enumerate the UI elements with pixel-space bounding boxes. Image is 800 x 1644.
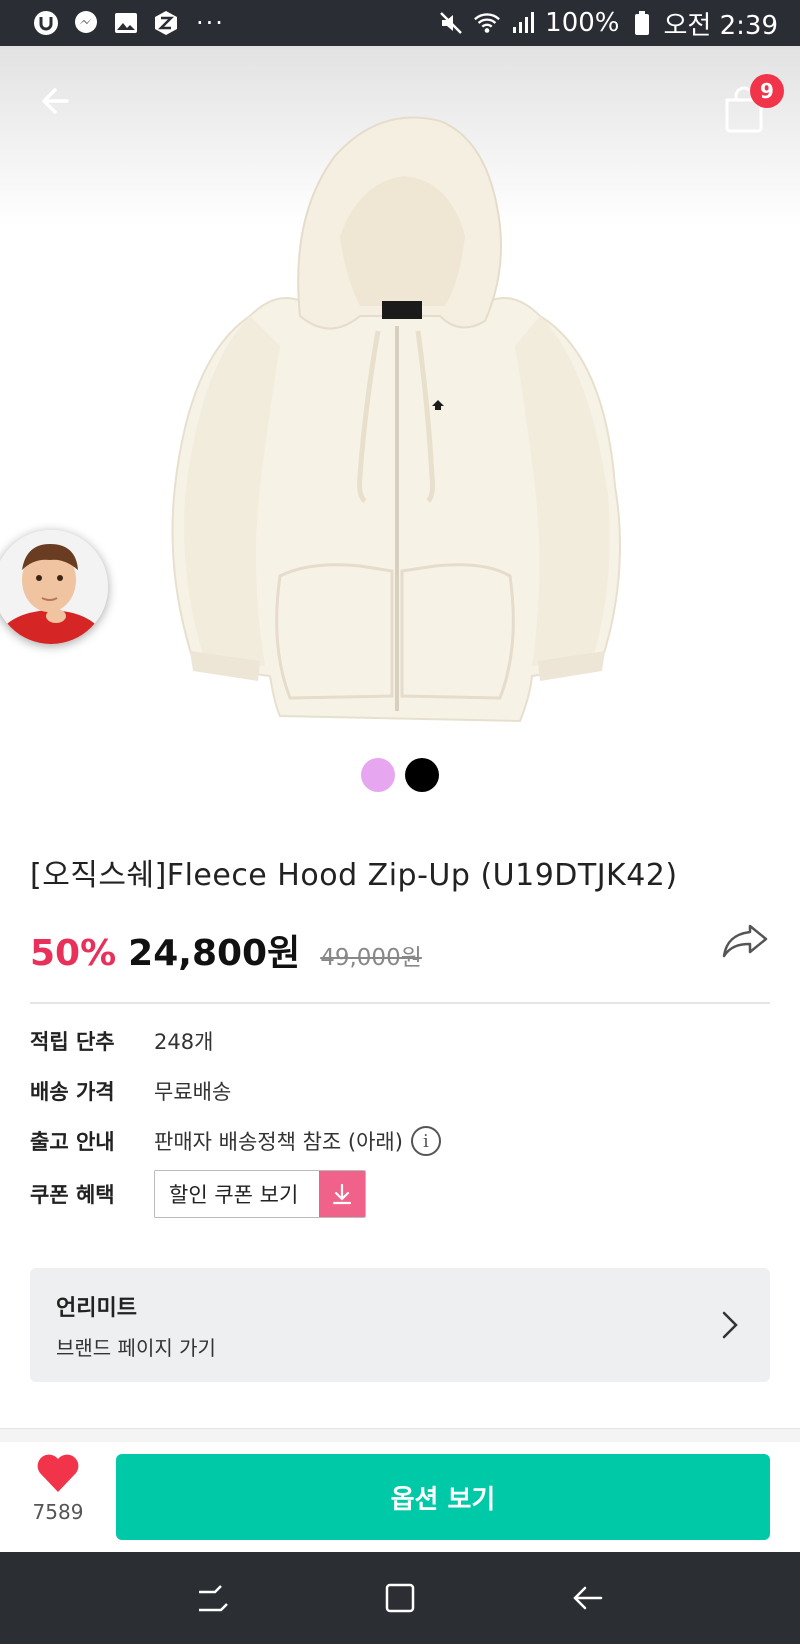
home-icon [385,1583,415,1613]
shipping-label: 배송 가격 [30,1080,115,1104]
coupon-button[interactable]: 할인 쿠폰 보기 [154,1170,366,1218]
coupon-label: 쿠폰 혜택 [30,1183,115,1207]
back-button[interactable] [30,76,80,126]
color-swatch-pink[interactable] [361,758,395,792]
battery-percent: 100% [545,8,620,38]
color-swatches [0,758,800,792]
product-title: [오직스쉐]Fleece Hood Zip-Up (U19DTJK42) [30,858,678,893]
system-nav-bar [0,1552,800,1644]
color-swatch-black[interactable] [405,758,439,792]
original-price: 49,000원 [320,945,422,971]
gallery-icon [112,9,140,37]
mute-icon [437,9,465,37]
brand-name: 언리미트 [56,1296,137,1321]
points-label: 적립 단추 [30,1030,115,1054]
price-row: 50% 24,800원 49,000원 [30,924,770,984]
home-button[interactable] [370,1568,430,1628]
shipping-value: 무료배송 [154,1080,232,1104]
back-nav-button[interactable] [557,1568,617,1628]
recent-apps-button[interactable] [183,1568,243,1628]
points-row: 적립 단추 248개 [30,1016,770,1066]
product-info: [오직스쉐]Fleece Hood Zip-Up (U19DTJK42) 50%… [30,850,770,1222]
recent-apps-icon [199,1585,229,1612]
release-label: 출고 안내 [30,1130,115,1154]
signal-icon [509,9,537,37]
status-left-icons: ··· [32,9,225,37]
messenger-icon [72,9,100,37]
cart-count-badge: 9 [750,74,784,108]
heart-icon [37,1454,79,1492]
avatar[interactable] [0,530,108,644]
view-options-button[interactable]: 옵션 보기 [116,1454,770,1540]
like-button[interactable]: 7589 [30,1452,86,1542]
avatar-image [0,530,108,644]
download-icon [319,1171,365,1217]
chevron-right-icon [722,1311,738,1339]
release-value: 판매자 배송정책 참조 (아래) [154,1130,403,1154]
battery-icon [628,9,656,37]
share-icon [722,924,768,958]
release-row: 출고 안내 판매자 배송정책 참조 (아래) i [30,1116,770,1166]
section-separator [0,1428,800,1442]
info-icon[interactable]: i [410,1126,441,1156]
details-list: 적립 단추 248개 배송 가격 무료배송 출고 안내 판매자 배송정책 참조 … [30,1016,770,1222]
coupon-row: 쿠폰 혜택 할인 쿠폰 보기 [30,1166,770,1222]
brand-page-link[interactable]: 언리미트 브랜드 페이지 가기 [30,1268,770,1382]
wifi-icon [473,9,501,37]
status-bar: ··· 100% 오전 2:39 [0,0,800,46]
release-value-wrap: 판매자 배송정책 참조 (아래) i [154,1126,441,1156]
back-arrow-icon [572,1586,602,1610]
shipping-row: 배송 가격 무료배송 [30,1066,770,1116]
product-hero: 9 [0,46,800,826]
more-dots-icon: ··· [196,9,225,37]
sale-price: 24,800원 [128,933,301,974]
clock: 오전 2:39 [663,10,779,41]
points-value: 248개 [154,1030,214,1054]
like-count: 7589 [32,1500,84,1524]
arrow-left-icon [42,88,69,114]
coupon-button-label: 할인 쿠폰 보기 [155,1171,319,1217]
z-app-icon [152,9,180,37]
discount-rate: 50% [30,933,117,974]
bottom-action-bar: 7589 옵션 보기 [0,1442,800,1552]
status-right: 100% 오전 2:39 [437,5,778,42]
share-button[interactable] [722,916,770,964]
divider [30,1002,770,1004]
brand-link-label: 브랜드 페이지 가기 [56,1336,216,1360]
u-app-icon [32,9,60,37]
product-image[interactable] [160,106,640,746]
cart-button[interactable]: 9 [722,74,784,134]
